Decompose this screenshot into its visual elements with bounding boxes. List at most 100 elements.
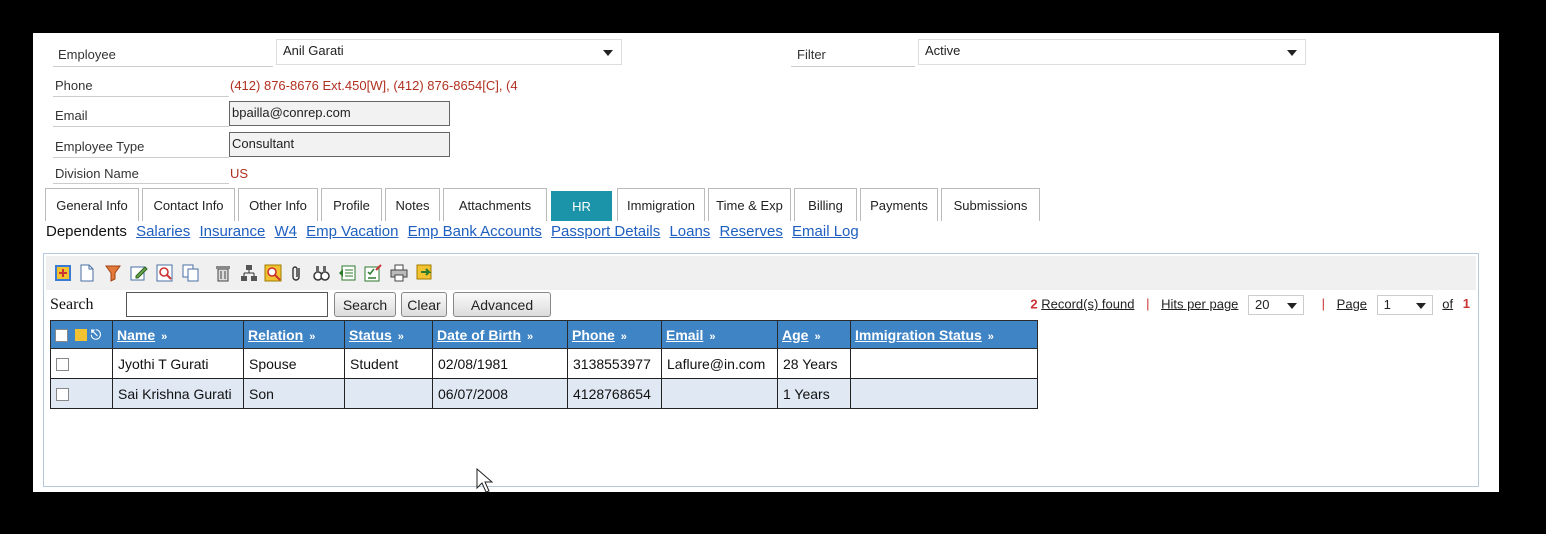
edit-icon[interactable] <box>130 264 148 282</box>
table-row[interactable]: Jyothi T Gurati Spouse Student 02/08/198… <box>50 348 1038 379</box>
cell-name: Jyothi T Gurati <box>112 348 244 379</box>
tab-billing[interactable]: Billing <box>794 188 857 221</box>
table-row[interactable]: Sai Krishna Gurati Son 06/07/2008 412876… <box>50 378 1038 409</box>
sublink-insurance[interactable]: Insurance <box>199 223 265 240</box>
column-header-name[interactable]: Name» <box>112 320 244 349</box>
page-select[interactable]: 1 <box>1376 295 1433 315</box>
sublink-email-log[interactable]: Email Log <box>792 223 859 240</box>
separator: | <box>1321 296 1326 312</box>
employee-label: Employee <box>58 47 116 62</box>
column-header-phone[interactable]: Phone» <box>567 320 662 349</box>
hits-per-page-label: Hits per page <box>1161 296 1239 312</box>
paperclip-icon: ⎋ <box>90 327 102 342</box>
search-doc-icon[interactable] <box>156 264 174 282</box>
column-header-relation[interactable]: Relation» <box>243 320 345 349</box>
print-icon[interactable] <box>390 264 408 282</box>
tab-other-info[interactable]: Other Info <box>238 188 318 221</box>
find-icon[interactable] <box>264 264 282 282</box>
tab-general-info[interactable]: General Info <box>45 188 139 221</box>
clear-button[interactable]: Clear <box>401 292 447 317</box>
new-record-icon[interactable] <box>54 264 72 282</box>
toolbar <box>46 256 1476 290</box>
filter-value: Active <box>925 43 961 58</box>
advanced-button[interactable]: Advanced <box>453 292 551 317</box>
forward-icon[interactable] <box>416 264 434 282</box>
tab-time-exp[interactable]: Time & Exp <box>708 188 791 221</box>
new-page-icon[interactable] <box>78 264 96 282</box>
tab-submissions[interactable]: Submissions <box>941 188 1040 221</box>
row-checkbox-cell[interactable] <box>50 348 113 379</box>
cell-phone: 4128768654 <box>567 378 662 409</box>
cell-age: 1 Years <box>777 378 851 409</box>
export-icon[interactable] <box>338 264 356 282</box>
search-input[interactable] <box>126 292 328 317</box>
hr-sublinks: Dependents Salaries Insurance W4 Emp Vac… <box>46 223 864 240</box>
employee-type-field: Consultant <box>229 132 450 157</box>
record-count: 2 <box>1030 296 1038 312</box>
sublink-emp-vacation[interactable]: Emp Vacation <box>306 223 398 240</box>
chevron-down-icon <box>1287 50 1297 56</box>
row-checkbox[interactable] <box>56 358 69 372</box>
pager: 2 Record(s) found | Hits per page 20 | P… <box>1030 295 1470 315</box>
phone-value: (412) 876-8676 Ext.450[W], (412) 876-865… <box>230 78 518 93</box>
cell-status: Student <box>344 348 433 379</box>
tab-immigration[interactable]: Immigration <box>617 188 705 221</box>
division-label: Division Name <box>55 166 139 181</box>
filter-select[interactable]: Active <box>918 39 1306 65</box>
email-field: bpailla@conrep.com <box>229 101 450 126</box>
sublink-passport-details[interactable]: Passport Details <box>551 223 660 240</box>
column-header-age[interactable]: Age» <box>777 320 851 349</box>
filter-icon[interactable] <box>104 264 122 282</box>
sublink-reserves[interactable]: Reserves <box>719 223 782 240</box>
attach-icon[interactable] <box>288 264 306 282</box>
tab-notes[interactable]: Notes <box>385 188 440 221</box>
sublink-w4[interactable]: W4 <box>275 223 298 240</box>
hierarchy-icon[interactable] <box>240 264 258 282</box>
select-all-checkbox[interactable] <box>55 328 68 342</box>
tab-contact-info[interactable]: Contact Info <box>142 188 235 221</box>
hits-per-page-select[interactable]: 20 <box>1248 295 1305 315</box>
column-header-status[interactable]: Status» <box>344 320 433 349</box>
chevron-down-icon <box>603 50 613 56</box>
tab-attachments[interactable]: Attachments <box>443 188 547 221</box>
employee-value: Anil Garati <box>283 43 344 58</box>
employee-panel: Employee Anil Garati Filter Active Phone… <box>33 33 1499 492</box>
cell-status <box>344 378 433 409</box>
dependents-table: ⎋ Name» Relation» Status» Date of Birth»… <box>50 320 1038 409</box>
email-label: Email <box>55 108 88 123</box>
of-label: of <box>1442 296 1454 312</box>
row-checkbox-cell[interactable] <box>50 378 113 409</box>
filter-label: Filter <box>797 47 826 62</box>
chevron-down-icon <box>1287 303 1298 309</box>
binocular-icon[interactable] <box>312 264 330 282</box>
tab-profile[interactable]: Profile <box>321 188 382 221</box>
cell-immigration <box>850 348 1038 379</box>
sublink-salaries[interactable]: Salaries <box>136 223 190 240</box>
checklist-icon[interactable] <box>364 264 382 282</box>
cell-email <box>661 378 778 409</box>
cell-relation: Son <box>243 378 345 409</box>
hits-per-page-value: 20 <box>1255 297 1270 312</box>
tab-payments[interactable]: Payments <box>860 188 938 221</box>
row-checkbox[interactable] <box>56 388 69 402</box>
total-pages: 1 <box>1462 296 1470 312</box>
column-header-dob[interactable]: Date of Birth» <box>432 320 568 349</box>
header-select-all[interactable]: ⎋ <box>50 320 113 349</box>
cell-phone: 3138553977 <box>567 348 662 379</box>
sublink-loans[interactable]: Loans <box>669 223 710 240</box>
employee-select[interactable]: Anil Garati <box>276 39 622 65</box>
delete-icon[interactable] <box>214 264 232 282</box>
column-header-email[interactable]: Email» <box>661 320 778 349</box>
cell-name: Sai Krishna Gurati <box>112 378 244 409</box>
sublink-dependents: Dependents <box>46 223 127 240</box>
search-button[interactable]: Search <box>334 292 396 317</box>
page-label: Page <box>1336 296 1368 312</box>
cell-dob: 02/08/1981 <box>432 348 568 379</box>
employee-type-label: Employee Type <box>55 139 145 154</box>
copy-icon[interactable] <box>182 264 200 282</box>
phone-label: Phone <box>55 78 93 93</box>
tab-hr[interactable]: HR <box>551 191 612 221</box>
column-header-immigration-status[interactable]: Immigration Status» <box>850 320 1038 349</box>
mouse-cursor-icon <box>476 468 494 493</box>
sublink-emp-bank-accounts[interactable]: Emp Bank Accounts <box>408 223 542 240</box>
